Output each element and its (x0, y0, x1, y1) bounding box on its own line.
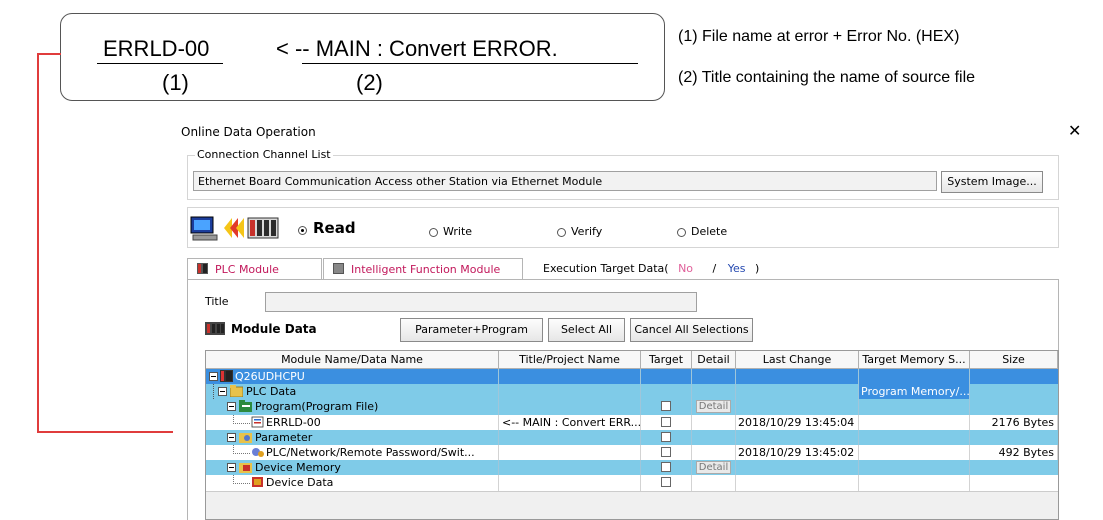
online-data-operation-dialog: Online Data Operation ✕ Connection Chann… (173, 115, 1103, 520)
table-empty-area (206, 491, 1058, 519)
table-row[interactable]: Device Memory Detail (206, 460, 1058, 476)
read-label: Read (313, 219, 356, 237)
table-row[interactable]: Device Data (206, 475, 1058, 491)
write-radio[interactable] (429, 228, 438, 237)
target-checkbox[interactable] (661, 477, 671, 488)
annotation-underline-2 (302, 63, 638, 64)
row-size: 2176 Bytes (970, 414, 1058, 430)
column-header-target[interactable]: Target (641, 351, 692, 369)
detail-button[interactable]: Detail (696, 461, 731, 475)
program-file-icon (251, 416, 264, 427)
table-row[interactable]: Q26UDHCPU (206, 369, 1058, 385)
table-row[interactable]: PLC Data Program Memory/... (206, 384, 1058, 400)
collapse-icon[interactable] (209, 372, 218, 381)
table-row[interactable]: Parameter (206, 429, 1058, 445)
collapse-icon[interactable] (227, 432, 236, 442)
row-name: PLC Data (246, 384, 499, 400)
collapse-icon[interactable] (227, 463, 236, 473)
table-row[interactable]: PLC/Network/Remote Password/Swit... 2018… (206, 445, 1058, 461)
annotation-title-text: < -- MAIN : Convert ERROR. (276, 36, 558, 61)
connection-channel-field: Ethernet Board Communication Access othe… (193, 171, 937, 191)
row-last-change: 2018/10/29 13:45:04 (736, 414, 859, 430)
intelligent-module-icon (333, 263, 344, 274)
folder-icon (230, 385, 243, 398)
parameter-file-icon (252, 448, 264, 457)
row-target-memory: Program Memory/... (859, 384, 970, 400)
tab-plc-module[interactable]: PLC Module (187, 258, 322, 279)
execution-target-yes: Yes (727, 262, 746, 275)
execution-target-suffix: ) (755, 262, 760, 275)
plc-module-icon (197, 263, 208, 274)
verify-radio[interactable] (557, 228, 566, 237)
row-size: 492 Bytes (970, 445, 1058, 461)
column-header-target-memory[interactable]: Target Memory S... (859, 351, 970, 369)
row-last-change: 2018/10/29 13:45:02 (736, 445, 859, 461)
execution-target-no: No (678, 262, 694, 275)
detail-button[interactable]: Detail (696, 400, 731, 414)
target-checkbox[interactable] (661, 416, 671, 427)
tab-intelligent-module-label: Intelligent Function Module (351, 263, 501, 276)
row-name: PLC/Network/Remote Password/Swit... (266, 445, 499, 461)
row-name: Program(Program File) (255, 399, 499, 415)
read-radio[interactable] (298, 226, 307, 235)
device-data-icon (252, 477, 263, 488)
row-name: Q26UDHCPU (235, 369, 499, 385)
annotation-note-1: (1) File name at error + Error No. (HEX) (678, 28, 960, 45)
column-header-last-change[interactable]: Last Change (736, 351, 859, 369)
execution-target-prefix: Execution Target Data( (543, 262, 669, 275)
select-all-button[interactable]: Select All (548, 318, 625, 342)
execution-target-separator: / (712, 262, 717, 275)
module-data-label: Module Data (231, 322, 317, 336)
target-checkbox[interactable] (661, 401, 671, 412)
target-checkbox[interactable] (661, 447, 671, 457)
close-icon[interactable]: ✕ (1068, 121, 1081, 140)
module-data-table: Module Name/Data Name Title/Project Name… (205, 350, 1059, 520)
dialog-title: Online Data Operation (181, 125, 316, 139)
column-header-detail[interactable]: Detail (692, 351, 736, 369)
tab-plc-module-label: PLC Module (215, 263, 279, 276)
column-header-module-name[interactable]: Module Name/Data Name (206, 351, 499, 369)
table-row[interactable]: ERRLD-00 <-- MAIN : Convert ERR... 2018/… (206, 414, 1058, 430)
read-operation-icon (190, 216, 279, 241)
row-name: Parameter (255, 429, 499, 445)
tab-intelligent-function-module[interactable]: Intelligent Function Module (323, 258, 523, 279)
row-title: <-- MAIN : Convert ERR... (499, 414, 641, 430)
target-checkbox[interactable] (661, 462, 671, 473)
annotation-note-2: (2) Title containing the name of source … (678, 69, 976, 86)
title-label: Title (205, 295, 229, 308)
column-header-size[interactable]: Size (970, 351, 1058, 369)
row-name: Device Memory (255, 460, 499, 476)
collapse-icon[interactable] (227, 402, 236, 412)
column-header-title[interactable]: Title/Project Name (499, 351, 641, 369)
title-field[interactable] (265, 292, 697, 312)
annotation-label-2: (2) (356, 70, 383, 95)
program-folder-icon (239, 400, 252, 413)
annotation-label-1: (1) (162, 70, 189, 95)
annotation-underline-1 (97, 63, 223, 64)
write-label: Write (443, 225, 473, 238)
target-checkbox[interactable] (661, 431, 671, 442)
collapse-icon[interactable] (218, 387, 227, 397)
annotation-file-code: ERRLD-00 (103, 36, 210, 61)
execution-target-data: Execution Target Data( No / Yes ) (543, 262, 759, 275)
row-name: Device Data (266, 475, 499, 491)
delete-label: Delete (691, 225, 728, 238)
module-data-icon (205, 322, 225, 335)
row-name: ERRLD-00 (266, 414, 499, 430)
connection-channel-legend: Connection Channel List (195, 148, 333, 161)
connector-line-vertical (37, 53, 39, 432)
connector-line-top (37, 53, 61, 55)
parameter-folder-icon (239, 432, 252, 443)
parameter-program-button[interactable]: Parameter+Program (400, 318, 543, 342)
cancel-all-selections-button[interactable]: Cancel All Selections (630, 318, 753, 342)
device-memory-folder-icon (239, 463, 252, 474)
delete-radio[interactable] (677, 228, 686, 237)
verify-label: Verify (571, 225, 603, 238)
cpu-module-icon (220, 370, 233, 382)
table-row[interactable]: Program(Program File) Detail (206, 399, 1058, 415)
system-image-button[interactable]: System Image... (941, 171, 1043, 193)
